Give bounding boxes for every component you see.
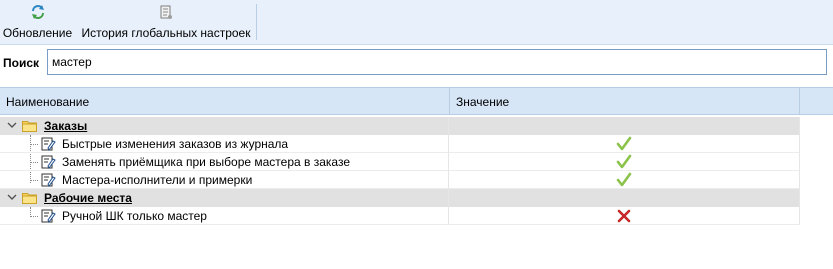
refresh-button[interactable]: Обновление [0,3,75,41]
group-title: Рабочие места [44,191,132,205]
setting-name: Заменять приёмщика при выборе мастера в … [62,155,351,169]
tree-branch [30,180,38,181]
group-title: Заказы [44,119,88,133]
value-cell[interactable] [449,207,800,225]
value-cell [449,117,800,135]
folder-icon [22,193,37,204]
refresh-label: Обновление [2,26,73,40]
tree-branch [30,144,38,145]
setting-name: Ручной ШК только мастер [62,209,207,223]
column-divider[interactable] [799,88,800,114]
value-cell[interactable] [449,171,800,189]
group-row-workplaces[interactable]: Рабочие места [0,189,800,207]
document-setting-icon [41,137,56,151]
value-cell[interactable] [449,153,800,171]
toolbar-separator [256,4,257,40]
checkmark-icon [616,154,632,169]
value-cell [449,189,800,207]
checkmark-icon [616,172,632,187]
search-row: Поиск [0,45,833,81]
cross-icon [617,209,631,223]
search-input[interactable] [47,49,827,75]
grid-header: Наименование Значение [0,87,833,115]
name-cell: Рабочие места [0,189,449,207]
document-setting-icon [41,173,56,187]
refresh-icon [31,5,44,19]
tree-branch [30,162,38,163]
tree-branch [30,216,38,217]
column-divider[interactable] [449,88,450,114]
chevron-down-icon[interactable] [7,120,17,130]
checkmark-icon [616,136,632,151]
folder-icon [22,121,37,132]
name-cell: Заказы [0,117,449,135]
document-setting-icon [41,209,56,223]
document-setting-icon [41,155,56,169]
setting-name: Быстрые изменения заказов из журнала [62,137,289,151]
name-cell: Заменять приёмщика при выборе мастера в … [0,153,449,171]
toolbar: Обновление История глобальных настроек [0,0,833,45]
chevron-down-icon[interactable] [7,192,17,202]
setting-name: Мастера-исполнители и примерки [62,173,253,187]
group-row-orders[interactable]: Заказы [0,117,800,135]
name-cell: Ручной ШК только мастер [0,207,449,225]
history-button[interactable]: История глобальных настроек [78,3,254,41]
setting-row[interactable]: Быстрые изменения заказов из журнала [0,135,800,153]
column-header-value[interactable]: Значение [456,95,509,109]
history-label: История глобальных настроек [81,26,251,40]
value-cell[interactable] [449,135,800,153]
name-cell: Быстрые изменения заказов из журнала [0,135,449,153]
history-scroll-icon [160,5,172,19]
setting-row[interactable]: Ручной ШК только мастер [0,207,800,225]
column-header-name[interactable]: Наименование [6,95,89,109]
setting-row[interactable]: Мастера-исполнители и примерки [0,171,800,189]
search-label: Поиск [3,56,40,70]
setting-row[interactable]: Заменять приёмщика при выборе мастера в … [0,153,800,171]
name-cell: Мастера-исполнители и примерки [0,171,449,189]
